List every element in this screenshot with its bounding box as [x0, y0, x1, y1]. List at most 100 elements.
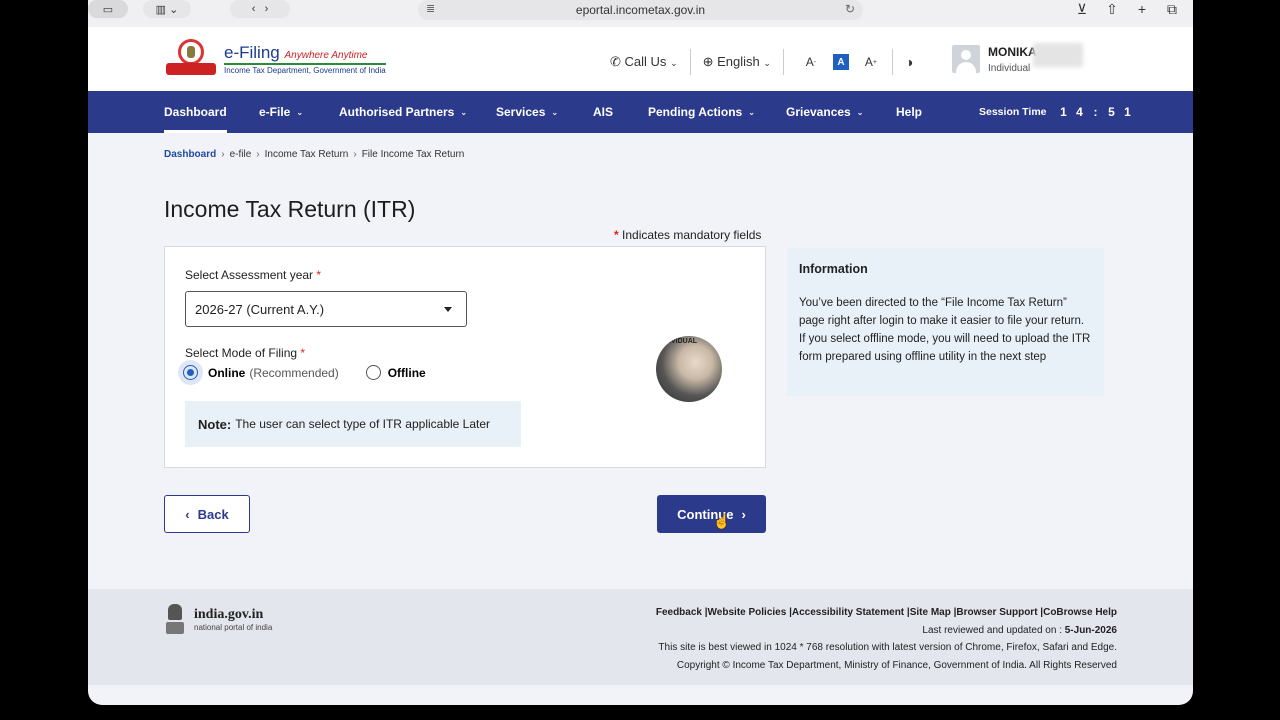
efiling-logo[interactable]: e-Filing Anywhere Anytime Income Tax Dep… [164, 39, 386, 79]
user-profile[interactable]: MONIKA Individual [952, 45, 1037, 74]
footer-links[interactable]: Feedback |Website Policies |Accessibilit… [656, 604, 1117, 622]
note-box: Note: The user can select type of ITR ap… [185, 401, 521, 447]
tab-overview-button[interactable]: ▭ [88, 0, 128, 18]
reviewed-date: 5-Jun-2026 [1064, 624, 1117, 636]
pointer-cursor-icon: ☝ [713, 513, 731, 529]
share-icon[interactable]: ⇧ [1103, 0, 1121, 18]
emblem-icon [164, 39, 220, 79]
india-gov-logo[interactable]: india.gov.in national portal of india [164, 602, 272, 636]
browser-window: ▭ ▥ ⌄ ‹ › ≣ eportal.incometax.gov.in ↻ ⊻… [88, 0, 1193, 705]
copyright: Copyright © Income Tax Department, Minis… [676, 659, 1117, 671]
online-hint: (Recommended) [249, 365, 339, 380]
logo-title: e-Filing [224, 43, 280, 62]
nav-dashboard[interactable]: Dashboard [164, 91, 227, 133]
online-radio[interactable] [178, 360, 203, 385]
font-increase-button[interactable]: A + [863, 54, 879, 70]
url-text: eportal.incometax.gov.in [575, 3, 706, 17]
nav-pending-actions[interactable]: Pending Actions ⌄ [648, 91, 755, 133]
tabs-icon[interactable]: ⧉ [1163, 0, 1181, 18]
nav-label: AIS [593, 105, 614, 119]
reviewed-label: Last reviewed and updated on : [922, 624, 1062, 636]
assessment-year-label-text: Select Assessment year [185, 268, 314, 282]
nav-label: Dashboard [164, 105, 227, 119]
dropdown-arrow-icon [444, 307, 452, 312]
best-viewed-note: This site is best viewed in 1024 * 768 r… [658, 642, 1117, 653]
thumbnail-text: DIVIDUAL [664, 338, 698, 345]
assessment-year-value: 2026-27 (Current A.Y.) [195, 301, 325, 317]
offline-radio[interactable] [365, 365, 381, 380]
session-label: Session Time [979, 106, 1047, 118]
font-decrease-button[interactable]: A- [803, 54, 819, 70]
chevron-down-icon: ⌄ [670, 58, 678, 68]
globe-icon: ⊕ [702, 54, 714, 69]
itr-form-card: Select Assessment year * 2026-27 (Curren… [164, 246, 766, 468]
nav-grievances[interactable]: Grievances ⌄ [786, 91, 863, 133]
page-menu-icon[interactable]: ≣ [426, 2, 435, 15]
breadcrumb: Dashboard › e-file › Income Tax Return › Fi… [164, 149, 465, 160]
session-digit: 1 [1124, 105, 1131, 119]
mode-label-text: Select Mode of Filing [185, 346, 298, 360]
continue-button[interactable]: Continue › [657, 495, 766, 533]
nav-help[interactable]: Help [896, 91, 922, 133]
session-digit: 1 [1060, 105, 1067, 119]
portal-name: india.gov.in [194, 606, 264, 622]
browser-toolbar: ▭ ▥ ⌄ ‹ › ≣ eportal.incometax.gov.in ↻ ⊻… [88, 0, 1193, 27]
online-label[interactable]: Online [208, 366, 245, 380]
assessment-year-select[interactable]: 2026-27 (Current A.Y.) [185, 291, 467, 327]
chevron-down-icon: ⌄ [296, 107, 304, 117]
chevron-down-icon: ⌄ [856, 107, 864, 117]
back-button[interactable]: ‹ Back [164, 495, 250, 533]
new-tab-icon[interactable]: + [1133, 0, 1151, 18]
chevron-down-icon: ⌄ [551, 107, 559, 117]
avatar [952, 45, 980, 73]
chevron-down-icon: ⌄ [763, 58, 771, 68]
nav-efile[interactable]: e-File ⌄ [259, 91, 303, 133]
nav-authorised-partners[interactable]: Authorised Partners ⌄ [339, 91, 467, 133]
radio-selected-icon [183, 365, 198, 380]
user-role: Individual [988, 63, 1031, 74]
site-footer: india.gov.in national portal of india Fe… [88, 589, 1193, 685]
nav-ais[interactable]: AIS [593, 91, 613, 133]
last-reviewed: Last reviewed and updated on : 5-Jun-202… [656, 622, 1117, 640]
breadcrumb-current: File Income Tax Return [361, 149, 465, 160]
breadcrumb-income-tax-return[interactable]: Income Tax Return [265, 149, 349, 160]
chevron-left-icon: ‹ [185, 506, 190, 522]
site-header: e-Filing Anywhere Anytime Income Tax Dep… [88, 27, 1193, 91]
info-paragraph: You’ve been directed to the “File Income… [799, 297, 1085, 327]
info-heading: Information [799, 262, 868, 276]
call-us-label: Call Us [624, 54, 667, 69]
note-label: Note: [198, 416, 232, 432]
offline-label[interactable]: Offline [388, 366, 426, 380]
mode-of-filing-label: Select Mode of Filing * [185, 346, 306, 360]
breadcrumb-efile[interactable]: e-file [230, 149, 252, 160]
reload-icon[interactable]: ↻ [845, 2, 855, 16]
mandatory-note: * Indicates mandatory fields [614, 228, 762, 242]
language-label: English [717, 54, 760, 69]
nav-label: Services [496, 105, 546, 119]
logo-subtitle: Income Tax Department, Government of Ind… [224, 63, 386, 75]
call-us-button[interactable]: ✆ Call Us ⌄ [610, 54, 678, 70]
nav-label: Pending Actions [648, 105, 743, 119]
sidebar-toggle-button[interactable]: ▥ ⌄ [143, 0, 191, 18]
nav-services[interactable]: Services ⌄ [496, 91, 558, 133]
user-name: MONIKA [988, 45, 1037, 59]
download-icon[interactable]: ⊻ [1073, 0, 1091, 18]
video-thumbnail: DIVIDUAL [656, 336, 722, 402]
session-digit: 5 [1108, 105, 1115, 119]
font-normal-button[interactable]: A [832, 54, 849, 70]
logo-tagline: Anywhere Anytime [284, 50, 368, 61]
nav-back-forward[interactable]: ‹ › [230, 0, 290, 18]
font-decrease-label: A [805, 55, 814, 69]
information-panel: Information You’ve been directed to the … [787, 248, 1104, 396]
url-bar[interactable]: ≣ eportal.incometax.gov.in ↻ [418, 0, 863, 20]
main-nav: Dashboard e-File ⌄ Authorised Partners ⌄ S… [88, 91, 1193, 133]
contrast-icon[interactable]: ◑ [905, 54, 913, 70]
breadcrumb-dashboard[interactable]: Dashboard [164, 149, 216, 160]
redaction-blur [1033, 43, 1083, 67]
language-select[interactable]: ⊕ English ⌄ [703, 54, 771, 70]
national-emblem-icon [164, 602, 186, 636]
chevron-down-icon: ⌄ [748, 107, 755, 117]
back-label: Back [197, 506, 229, 522]
page-title: Income Tax Return (ITR) [164, 196, 416, 222]
phone-icon: ✆ [610, 54, 621, 69]
